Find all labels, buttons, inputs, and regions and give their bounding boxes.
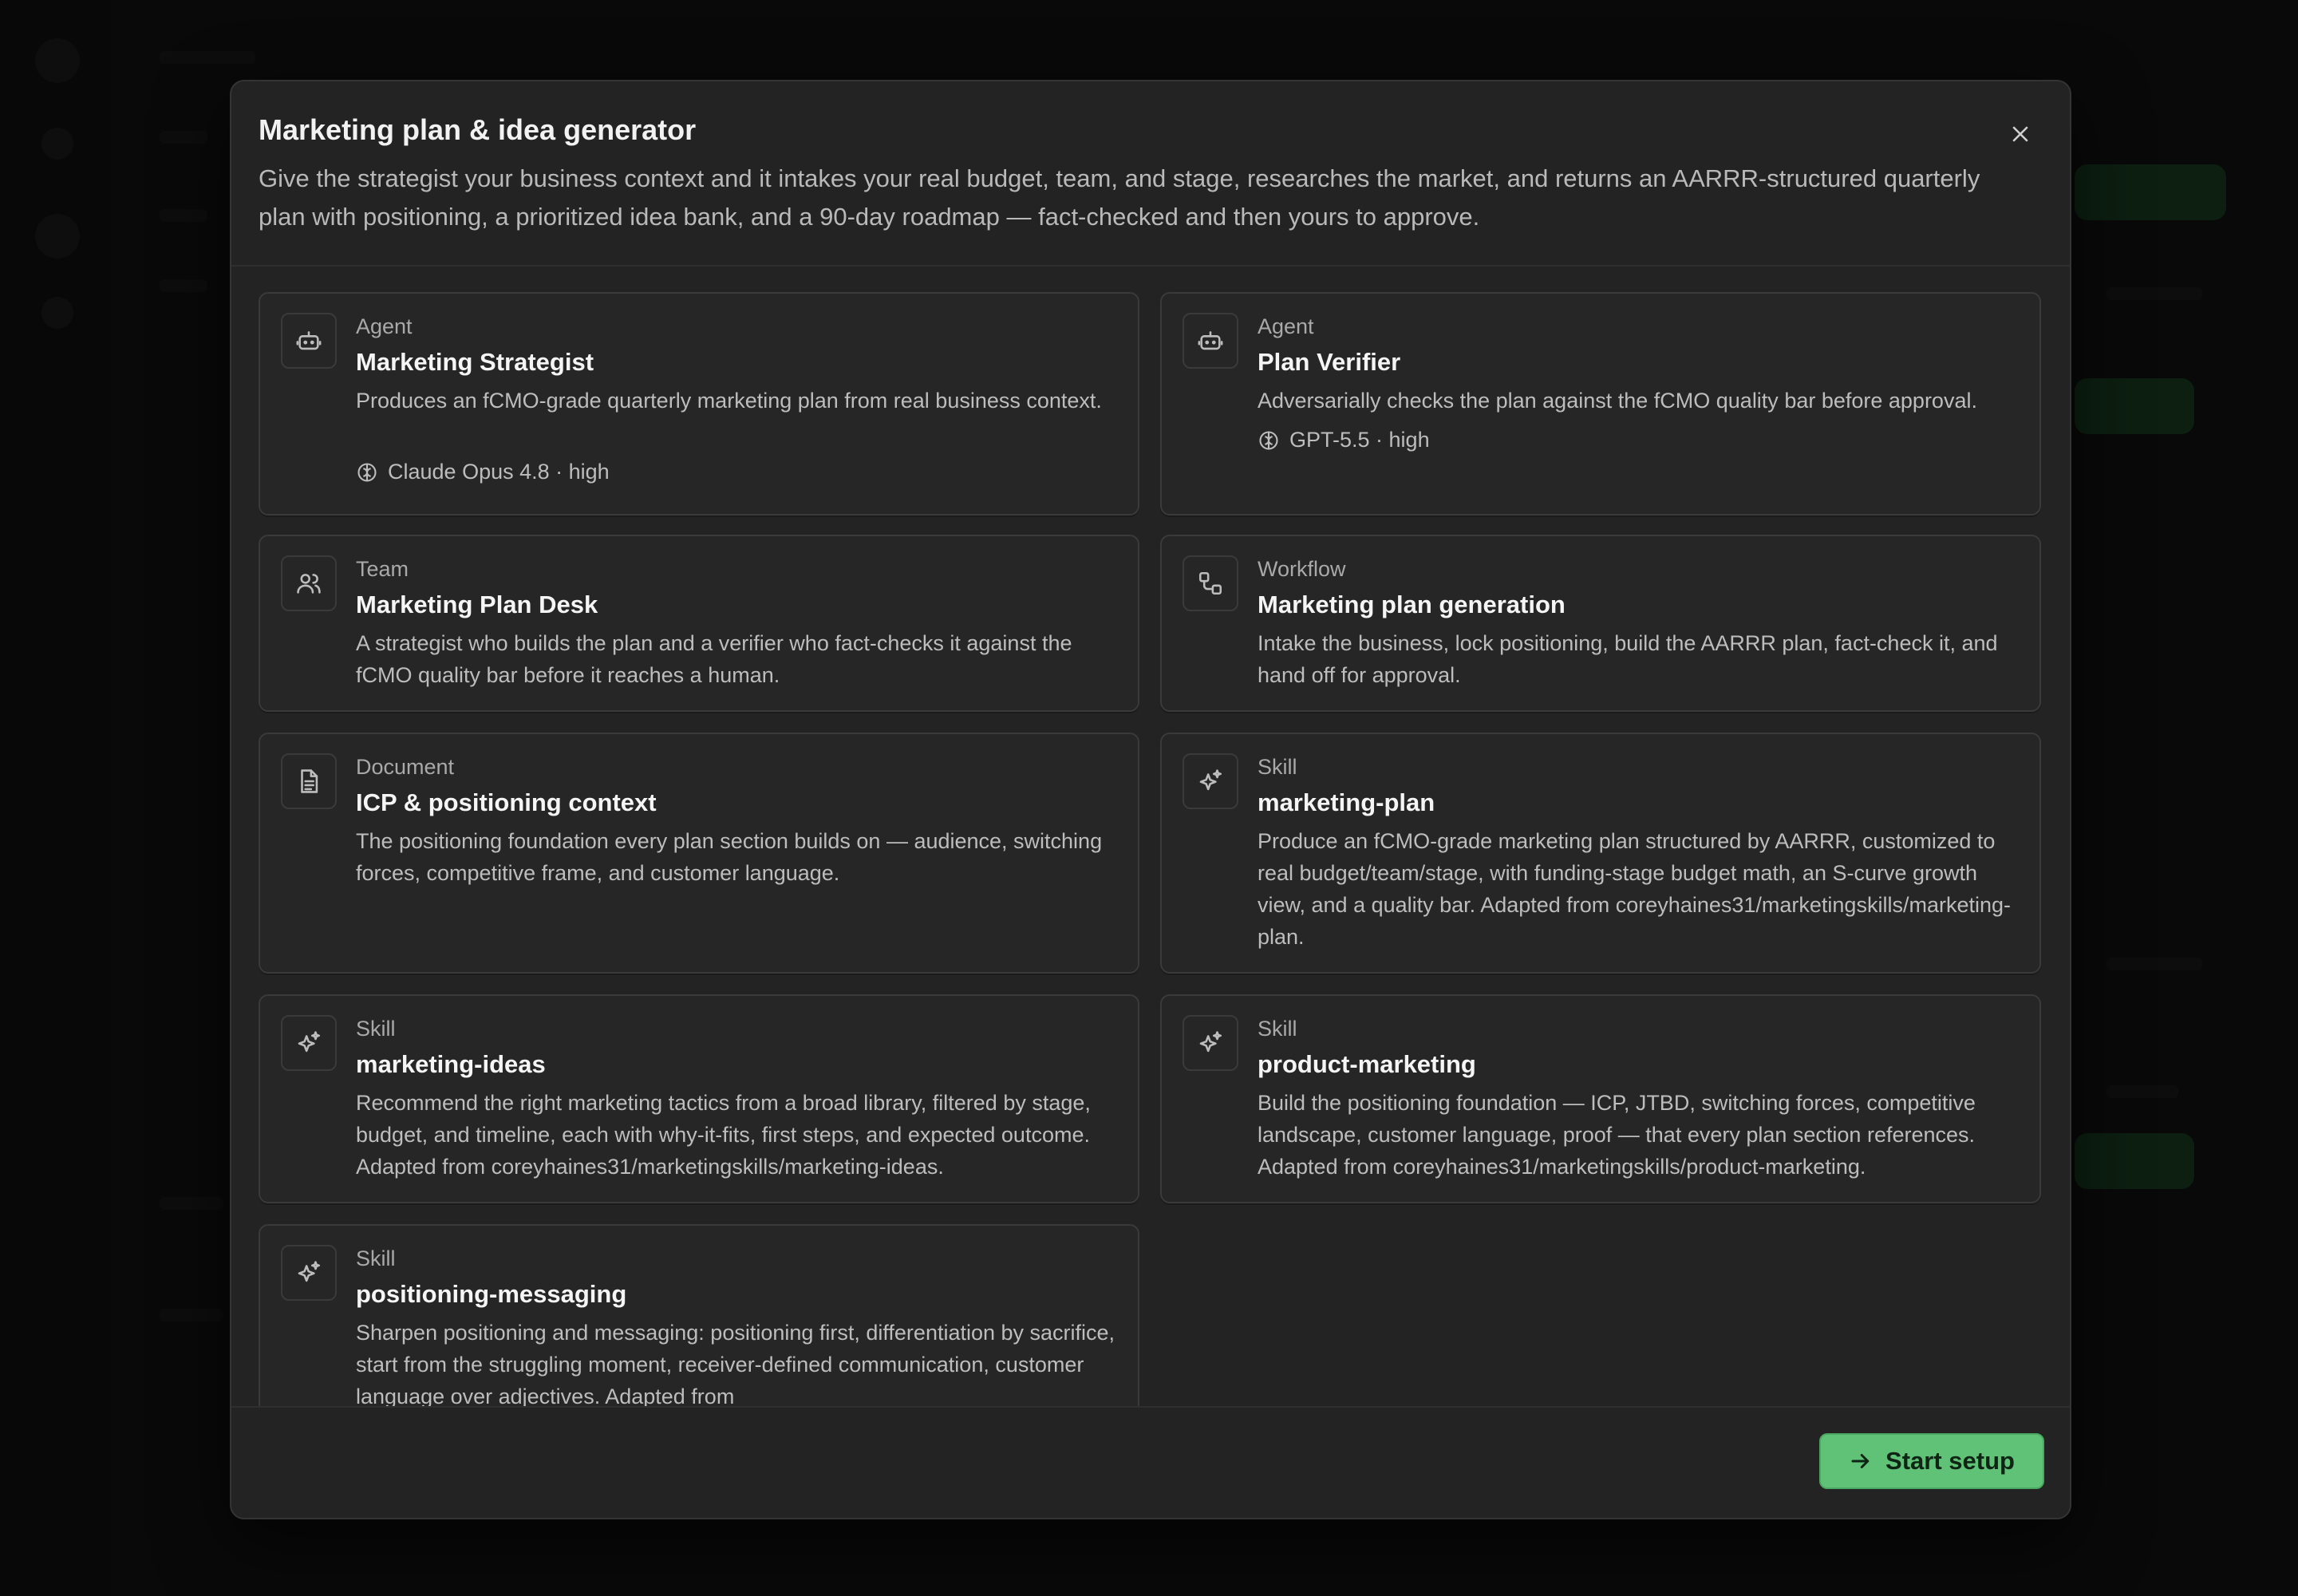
modal-description: Give the strategist your business contex… [259,164,1980,231]
card-type: Skill [356,1017,396,1041]
card-description: A strategist who builds the plan and a v… [356,631,1072,687]
modal-body[interactable]: Agent Marketing Strategist Produces an f… [231,267,2070,1484]
modal-title: Marketing plan & idea generator [259,113,697,146]
card-skill-product-marketing[interactable]: Skill product-marketing Build the positi… [1160,994,2041,1203]
card-marketing-plan-generation[interactable]: Workflow Marketing plan generation Intak… [1160,535,2041,712]
card-title: marketing-ideas [356,1050,546,1078]
card-icp-positioning-context[interactable]: Document ICP & positioning context The p… [259,733,1139,974]
card-model: GPT-5.5 · high [1258,428,1430,452]
template-modal: Marketing plan & idea generator Give the… [230,80,2071,1519]
bot-icon [281,313,337,369]
card-type: Document [356,755,455,779]
card-model-label: Claude Opus 4.8 · high [388,460,610,484]
sparkles-icon [1183,753,1238,809]
card-type: Skill [356,1246,396,1270]
modal-header: Marketing plan & idea generator Give the… [231,81,2070,267]
card-title: ICP & positioning context [356,788,657,816]
card-type: Team [356,557,409,581]
brain-icon [1259,430,1278,450]
card-description: Produce an fCMO-grade marketing plan str… [1258,829,2011,949]
card-description: The positioning foundation every plan se… [356,829,1103,885]
sparkles-icon [281,1245,337,1301]
card-title: Marketing plan generation [1258,591,1566,618]
card-marketing-plan-desk[interactable]: Team Marketing Plan Desk A strategist wh… [259,535,1139,712]
start-setup-label: Start setup [1885,1447,2015,1475]
card-description: Adversarially checks the plan against th… [1258,389,1977,413]
users-icon [281,555,337,611]
card-marketing-strategist[interactable]: Agent Marketing Strategist Produces an f… [259,292,1139,516]
arrow-right-icon [1851,1454,1870,1468]
start-setup-button[interactable]: Start setup [1819,1433,2044,1489]
card-description: Sharpen positioning and messaging: posit… [356,1321,1115,1408]
card-type: Agent [1258,314,1314,338]
card-model-label: GPT-5.5 · high [1289,428,1430,452]
workflow-icon [1183,555,1238,611]
card-title: marketing-plan [1258,788,1435,816]
card-description: Build the positioning foundation — ICP, … [1258,1091,1976,1179]
close-icon [2012,126,2028,142]
card-type: Skill [1258,755,1297,779]
card-model: Claude Opus 4.8 · high [356,460,610,484]
sparkles-icon [1183,1015,1238,1071]
card-title: Marketing Strategist [356,348,594,376]
card-skill-marketing-plan[interactable]: Skill marketing-plan Produce an fCMO-gra… [1160,733,2041,974]
close-button[interactable] [2003,117,2038,152]
card-title: product-marketing [1258,1050,1476,1078]
sparkles-icon [281,1015,337,1071]
document-icon [281,753,337,809]
card-title: positioning-messaging [356,1280,627,1308]
brain-icon [357,462,377,482]
card-title: Marketing Plan Desk [356,591,598,618]
card-description: Produces an fCMO-grade quarterly marketi… [356,389,1102,413]
card-description: Intake the business, lock positioning, b… [1258,631,1998,687]
card-type: Skill [1258,1017,1297,1041]
card-description: Recommend the right marketing tactics fr… [356,1091,1091,1179]
modal-footer: Start setup [231,1406,2070,1518]
card-plan-verifier[interactable]: Agent Plan Verifier Adversarially checks… [1160,292,2041,516]
card-type: Agent [356,314,413,338]
bot-icon [1183,313,1238,369]
card-skill-marketing-ideas[interactable]: Skill marketing-ideas Recommend the righ… [259,994,1139,1203]
card-type: Workflow [1258,557,1346,581]
card-title: Plan Verifier [1258,348,1401,376]
